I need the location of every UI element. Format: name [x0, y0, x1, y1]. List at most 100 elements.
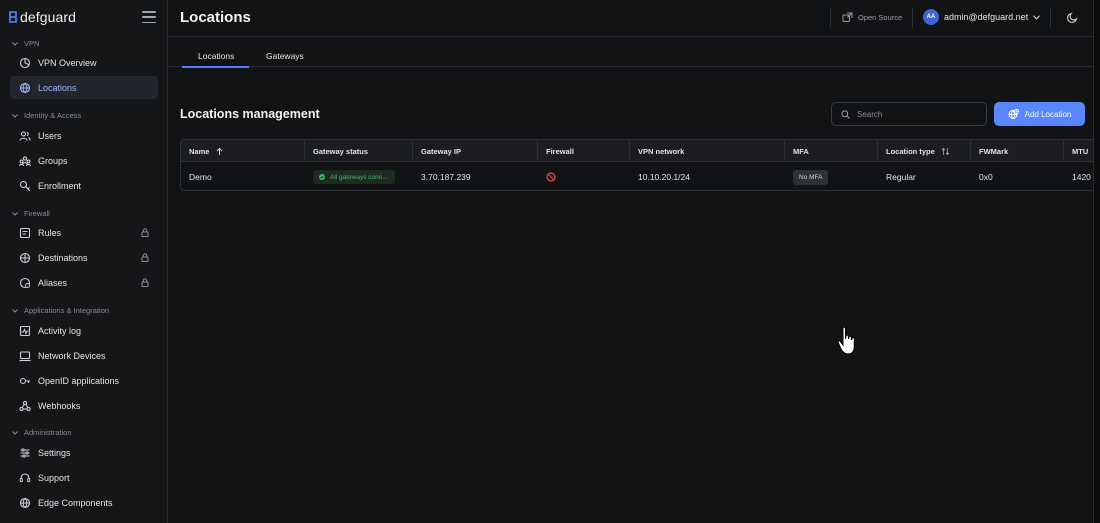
chevron-down-icon: [12, 41, 18, 46]
sidebar-item-aliases[interactable]: Aliases: [10, 271, 158, 294]
sidebar-item-label: Edge Components: [38, 497, 113, 508]
cell-firewall: [538, 163, 630, 190]
sidebar-item-settings[interactable]: Settings: [10, 441, 158, 464]
add-location-icon: [1008, 108, 1019, 119]
column-header-firewall: Firewall: [538, 140, 630, 162]
sidebar-item-support[interactable]: Support: [10, 466, 158, 489]
dashboard-icon: [19, 57, 31, 68]
gateway-status-text: All gateways conn...: [330, 173, 388, 181]
search-input[interactable]: [857, 109, 977, 119]
section-header-vpn[interactable]: VPN: [12, 39, 39, 48]
sidebar-item-rules[interactable]: Rules: [10, 221, 158, 244]
section-header-applications[interactable]: Applications & Integration: [12, 306, 109, 315]
open-source-link[interactable]: Open Source: [842, 12, 902, 23]
sidebar-item-activity-log[interactable]: Activity log: [10, 319, 158, 342]
sidebar-item-label: Webhooks: [38, 400, 81, 411]
logo[interactable]: defguard: [8, 9, 76, 25]
support-icon: [19, 472, 31, 482]
activity-log-icon: [19, 325, 31, 336]
column-header-vpn-network: VPN network: [630, 140, 785, 162]
sidebar: defguard VPN VPN Overview Locations Iden…: [0, 0, 168, 523]
section-header-identity[interactable]: Identity & Access: [12, 111, 81, 120]
tab-bar: Locations Gateways: [168, 38, 1100, 68]
sidebar-item-openid[interactable]: OpenID applications: [10, 369, 158, 392]
arrow-up-icon[interactable]: [215, 147, 224, 156]
table-row[interactable]: Demo All gateways conn... 3.70.187.239 1…: [181, 163, 1100, 190]
mfa-badge: No MFA: [793, 169, 829, 185]
open-source-label: Open Source: [858, 13, 903, 22]
menu-toggle-icon[interactable]: [142, 11, 156, 23]
chevron-down-icon: [12, 113, 18, 118]
column-header-gateway-status: Gateway status: [305, 140, 413, 162]
open-source-icon: [842, 12, 853, 22]
cell-vpn-network: 10.10.20.1/24: [638, 172, 690, 182]
destinations-icon: [19, 252, 31, 263]
tab-gateways[interactable]: Gateways: [266, 51, 304, 61]
globe-icon: [19, 82, 31, 93]
column-label: Gateway IP: [421, 146, 462, 156]
locations-table: Name Gateway status Gateway IP Firewall …: [180, 139, 1100, 191]
user-menu[interactable]: AA admin@defguard.net: [923, 9, 1041, 25]
defguard-logo-icon: [9, 11, 17, 23]
cell-location-type: Regular: [886, 172, 916, 182]
lock-icon: [141, 228, 149, 237]
search-box[interactable]: [831, 102, 987, 126]
edge-components-icon: [19, 497, 31, 508]
divider: [912, 8, 913, 28]
section-title: VPN: [24, 39, 40, 48]
divider: [1050, 8, 1051, 28]
sidebar-item-label: Aliases: [38, 277, 68, 288]
sidebar-item-label: Groups: [38, 155, 68, 166]
column-header-mfa: MFA: [785, 140, 878, 162]
sidebar-item-webhooks[interactable]: Webhooks: [10, 394, 158, 417]
cell-gateway-status: All gateways conn...: [305, 163, 413, 190]
cell-mfa: No MFA: [785, 163, 878, 190]
sidebar-item-label: Activity log: [38, 325, 82, 336]
scrollbar[interactable]: [1093, 0, 1100, 523]
column-header-gateway-ip: Gateway IP: [413, 140, 538, 162]
sidebar-item-label: Rules: [38, 227, 62, 238]
chevron-down-icon: [12, 211, 18, 216]
sort-icon[interactable]: [941, 147, 950, 156]
moon-icon[interactable]: [1067, 11, 1079, 23]
sidebar-item-label: Users: [38, 130, 62, 141]
column-label: Name: [189, 146, 210, 156]
column-label: VPN network: [638, 146, 685, 156]
sidebar-item-destinations[interactable]: Destinations: [10, 246, 158, 269]
section-title: Administration: [24, 428, 72, 437]
rules-icon: [19, 227, 31, 238]
settings-icon: [20, 447, 30, 458]
enrollment-icon: [19, 180, 31, 191]
webhooks-icon: [19, 400, 31, 411]
column-header-name[interactable]: Name: [181, 140, 305, 162]
section-header-administration[interactable]: Administration: [12, 428, 72, 437]
user-email: admin@defguard.net: [944, 12, 1029, 22]
column-label: MTU: [1072, 146, 1089, 156]
aliases-icon: [19, 277, 31, 288]
add-location-button[interactable]: Add Location: [994, 102, 1085, 126]
sidebar-item-locations[interactable]: Locations: [10, 76, 158, 99]
chevron-down-icon: [12, 430, 18, 435]
sidebar-item-network-devices[interactable]: Network Devices: [10, 344, 158, 367]
brand-name: defguard: [20, 9, 77, 25]
chevron-down-icon: [1033, 14, 1041, 20]
column-label: MFA: [793, 146, 809, 156]
column-header-location-type[interactable]: Location type: [878, 140, 971, 162]
gateway-status-badge: All gateways conn...: [313, 170, 395, 184]
section-header-firewall[interactable]: Firewall: [12, 209, 50, 218]
openid-icon: [19, 377, 30, 384]
tab-locations[interactable]: Locations: [181, 51, 250, 68]
cell-name: Demo: [189, 172, 212, 182]
chevron-down-icon: [12, 308, 18, 313]
search-icon: [841, 109, 850, 119]
groups-icon: [19, 155, 31, 166]
sidebar-item-groups[interactable]: Groups: [10, 149, 158, 172]
sidebar-item-vpn-overview[interactable]: VPN Overview: [10, 51, 158, 74]
section-title: Firewall: [24, 209, 50, 218]
sidebar-item-edge-components[interactable]: Edge Components: [10, 491, 158, 514]
page-title: Locations: [180, 9, 251, 26]
app-window: defguard VPN VPN Overview Locations Iden…: [0, 0, 1100, 523]
sidebar-item-users[interactable]: Users: [10, 124, 158, 147]
sidebar-item-enrollment[interactable]: Enrollment: [10, 174, 158, 197]
cell-gateway-ip: 3.70.187.239: [421, 172, 471, 182]
